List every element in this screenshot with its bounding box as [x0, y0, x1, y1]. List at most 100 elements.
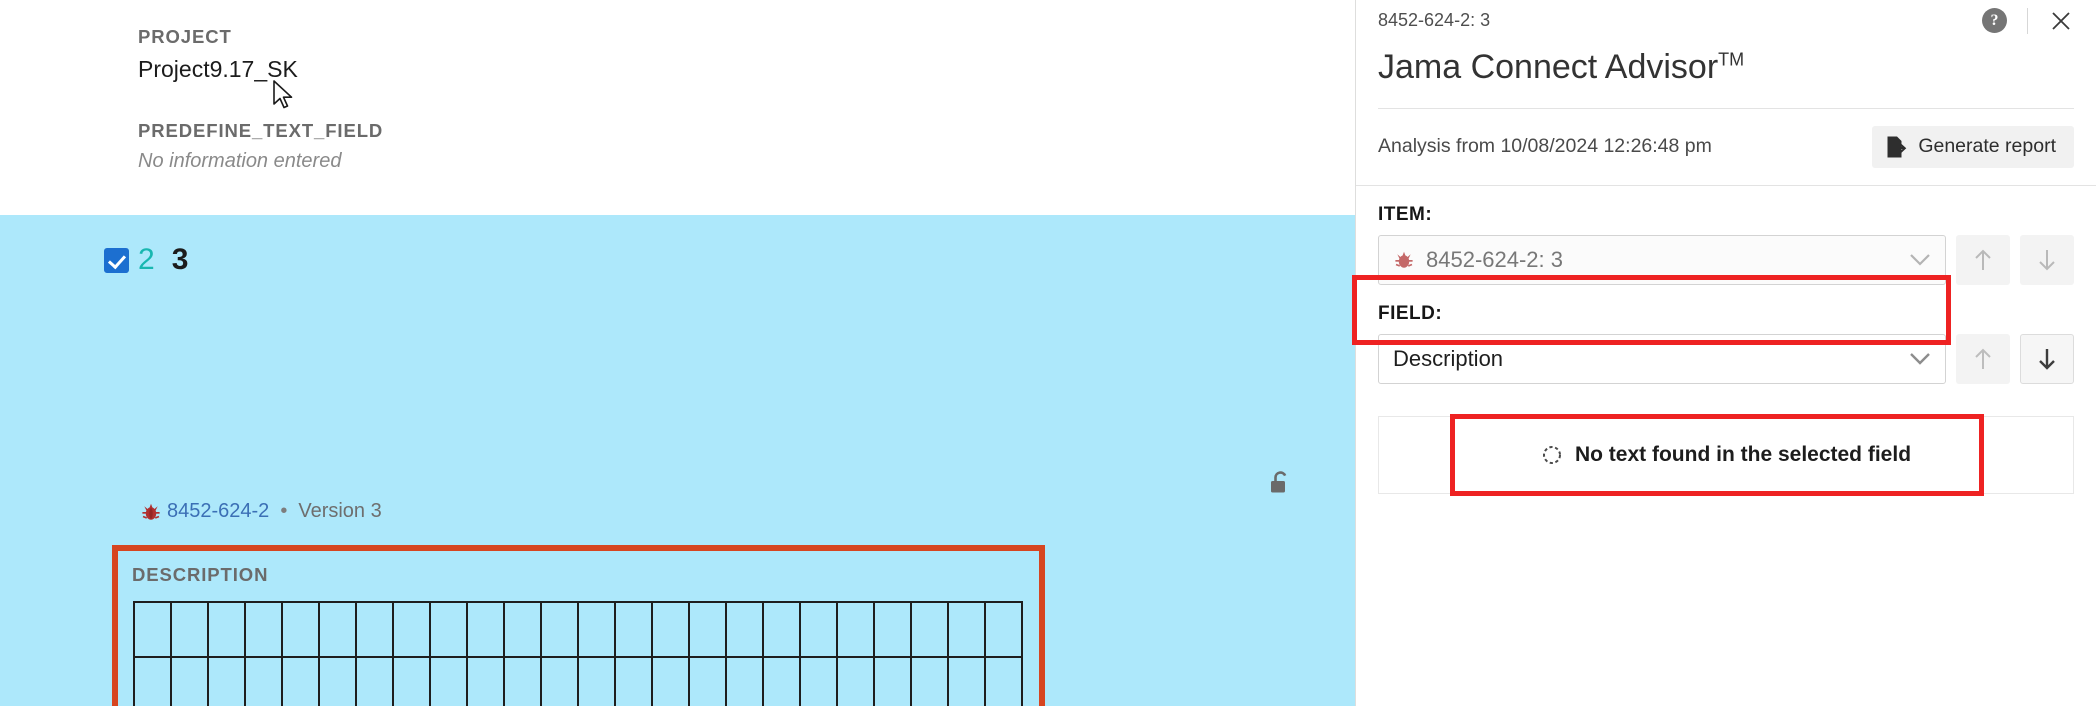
arrow-up-icon: [1975, 348, 1991, 369]
item-detail-pane: PROJECT Project9.17_SK PREDEFINE_TEXT_FI…: [0, 0, 1355, 706]
table-cell: [984, 656, 1023, 706]
table-cell: [688, 656, 727, 706]
empty-circle-icon: [1542, 445, 1561, 464]
table-cell: [392, 601, 431, 658]
table-cell: [355, 656, 394, 706]
item-detail-screen: PROJECT Project9.17_SK PREDEFINE_TEXT_FI…: [0, 0, 2096, 706]
table-cell: [281, 656, 320, 706]
export-document-icon: [1887, 136, 1907, 158]
table-cell: [873, 656, 912, 706]
item-id-link[interactable]: 8452-624-2: [167, 500, 269, 523]
item-subheader-row: 8452-624-2 • Version 3: [140, 500, 382, 523]
table-cell: [207, 656, 246, 706]
table-cell: [725, 601, 764, 658]
arrow-down-icon: [2039, 348, 2055, 370]
selected-item-block: 2 3 8452-624-2 • Version 3 DESCRIPTION: [0, 215, 1355, 706]
table-cell: [799, 601, 838, 658]
item-selector-label: ITEM:: [1378, 203, 1433, 225]
table-cell: [170, 656, 209, 706]
table-cell: [244, 601, 283, 658]
project-field-label: PROJECT: [138, 26, 232, 47]
table-cell: [318, 656, 357, 706]
table-cell: [281, 601, 320, 658]
table-cell: [170, 601, 209, 658]
analysis-row: Analysis from 10/08/2024 12:26:48 pm Gen…: [1356, 109, 2096, 185]
table-cell: [614, 656, 653, 706]
defect-icon: [1395, 251, 1413, 268]
chevron-down-icon: [1910, 254, 1930, 266]
table-cell: [836, 601, 875, 658]
table-cell: [651, 656, 690, 706]
item-sequence-number: 2: [138, 243, 155, 276]
item-previous-button[interactable]: [1956, 234, 2010, 285]
table-cell: [836, 656, 875, 706]
description-table-body: [133, 601, 1023, 706]
jama-connect-advisor-panel: 8452-624-2: 3 ? Jama Connect AdvisorTM A…: [1352, 0, 2096, 706]
table-row: [133, 656, 1023, 706]
item-header-row: 2 3: [104, 245, 188, 275]
panel-breadcrumb: 8452-624-2: 3: [1378, 10, 1491, 30]
table-row: [133, 601, 1023, 658]
description-table: [133, 601, 1023, 706]
chevron-down-icon: [1910, 352, 1930, 365]
table-cell: [318, 601, 357, 658]
table-cell: [688, 601, 727, 658]
item-number: 3: [171, 243, 189, 276]
field-selector-row: Description: [1378, 333, 2074, 384]
arrow-up-icon: [1975, 249, 1991, 270]
table-cell: [984, 601, 1023, 658]
generate-report-label: Generate report: [1918, 135, 2056, 158]
table-cell: [614, 601, 653, 658]
arrow-down-icon: [2039, 249, 2055, 271]
field-dropdown[interactable]: Description: [1378, 333, 1946, 384]
analysis-result-area: No text found in the selected field: [1356, 384, 2096, 496]
table-cell: [244, 656, 283, 706]
generate-report-button[interactable]: Generate report: [1872, 125, 2074, 168]
table-cell: [873, 601, 912, 658]
item-select-checkbox[interactable]: [104, 247, 129, 273]
table-cell: [429, 656, 468, 706]
field-selector-label: FIELD:: [1378, 302, 1443, 324]
table-cell: [429, 601, 468, 658]
panel-top-bar: 8452-624-2: 3 ?: [1356, 0, 2096, 41]
table-cell: [207, 601, 246, 658]
table-cell: [466, 656, 505, 706]
item-dropdown[interactable]: 8452-624-2: 3: [1378, 234, 1946, 285]
field-previous-button[interactable]: [1956, 333, 2010, 384]
analysis-result-content: No text found in the selected field: [1541, 443, 1911, 467]
field-spacer: [138, 84, 1355, 120]
table-cell: [577, 656, 616, 706]
table-cell: [947, 601, 986, 658]
table-cell: [762, 601, 801, 658]
table-cell: [540, 601, 579, 658]
panel-title: Jama Connect AdvisorTM: [1356, 41, 2096, 88]
top-bar-divider: [2027, 7, 2028, 34]
item-dropdown-value: 8452-624-2: 3: [1426, 246, 1563, 272]
project-field-value: Project9.17_SK: [138, 56, 298, 83]
description-field-label: DESCRIPTION: [132, 564, 269, 585]
table-cell: [910, 656, 949, 706]
table-cell: [133, 656, 172, 706]
table-cell: [910, 601, 949, 658]
close-icon[interactable]: [2048, 8, 2074, 34]
unlock-icon[interactable]: [1268, 470, 1292, 503]
table-cell: [355, 601, 394, 658]
item-next-button[interactable]: [2020, 234, 2074, 285]
table-cell: [133, 601, 172, 658]
predefine-text-field-label: PREDEFINE_TEXT_FIELD: [138, 119, 384, 141]
defect-icon: [142, 503, 160, 520]
table-cell: [799, 656, 838, 706]
item-separator: •: [280, 500, 288, 522]
table-cell: [503, 656, 542, 706]
analysis-result-box: No text found in the selected field: [1378, 415, 2074, 494]
item-selector-row: 8452-624-2: 3: [1378, 234, 2074, 285]
table-cell: [762, 656, 801, 706]
field-dropdown-value: Description: [1393, 345, 1504, 371]
panel-title-trademark: TM: [1718, 49, 1745, 70]
field-next-button[interactable]: [2020, 333, 2074, 384]
analysis-timestamp: Analysis from 10/08/2024 12:26:48 pm: [1378, 135, 1712, 158]
help-icon[interactable]: ?: [1982, 8, 2007, 33]
close-icon-glyph: [2052, 11, 2070, 30]
item-version-label: Version 3: [298, 500, 382, 522]
panel-title-text: Jama Connect Advisor: [1378, 48, 1719, 86]
